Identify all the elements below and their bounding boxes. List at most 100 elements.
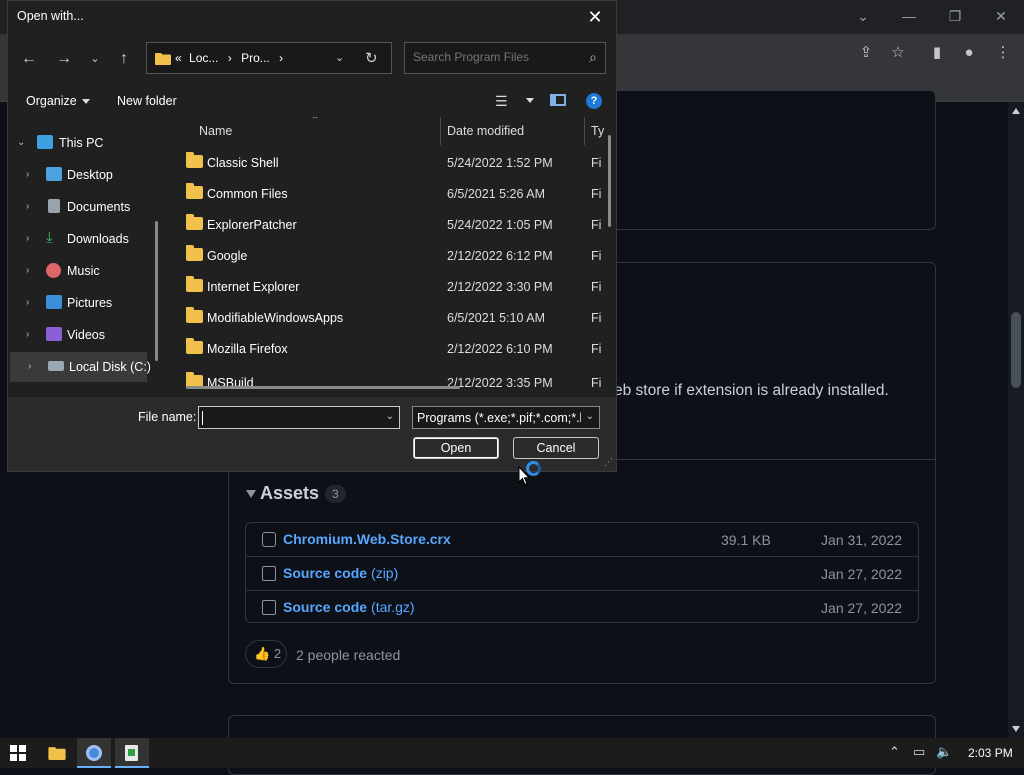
chevron-right-icon[interactable]: › bbox=[26, 201, 29, 212]
nav-item-downloads[interactable]: › ⤓ Downloads bbox=[8, 224, 158, 254]
caret-down-icon bbox=[81, 99, 90, 105]
nav-item-desktop[interactable]: › Desktop bbox=[8, 160, 158, 190]
clock[interactable]: 2:03 PM bbox=[968, 746, 1013, 760]
column-date-modified[interactable]: Date modified bbox=[447, 124, 524, 138]
chevron-right-icon[interactable]: › bbox=[26, 233, 29, 244]
page-scrollbar[interactable] bbox=[1008, 102, 1024, 738]
taskbar-file-explorer[interactable] bbox=[39, 738, 73, 768]
tab-search-icon[interactable]: ⌄ bbox=[851, 6, 875, 26]
asset-ext[interactable]: (zip) bbox=[371, 565, 398, 581]
chevron-down-icon[interactable]: ⌄ bbox=[335, 51, 344, 64]
up-icon[interactable]: ↑ bbox=[112, 47, 136, 71]
nav-item-documents[interactable]: › Documents bbox=[8, 192, 158, 222]
menu-icon[interactable]: ⋮ bbox=[993, 43, 1013, 63]
minimize-icon[interactable]: — bbox=[897, 6, 921, 26]
nav-item-local-disk[interactable]: › Local Disk (C:) bbox=[10, 352, 151, 382]
close-icon[interactable]: ✕ bbox=[989, 6, 1013, 26]
chevron-up-icon[interactable]: ⌃ bbox=[889, 744, 900, 760]
view-options-button[interactable] bbox=[521, 93, 534, 107]
search-icon[interactable]: ⌕ bbox=[589, 49, 597, 66]
asset-ext[interactable]: (tar.gz) bbox=[371, 599, 415, 615]
nav-item-music[interactable]: › Music bbox=[8, 256, 158, 286]
recent-locations-icon[interactable]: ⌄ bbox=[83, 47, 107, 71]
file-row[interactable]: Internet Explorer 2/12/2022 3:30 PM Fi bbox=[168, 271, 614, 302]
breadcrumb-overflow[interactable]: « bbox=[175, 51, 182, 65]
thumbs-up-icon: 👍 bbox=[254, 646, 271, 661]
file-row[interactable]: Google 2/12/2022 6:12 PM Fi bbox=[168, 240, 614, 271]
new-folder-button[interactable]: New folder bbox=[117, 94, 177, 108]
chevron-right-icon[interactable]: › bbox=[26, 329, 29, 340]
chevron-down-icon[interactable]: ⌄ bbox=[586, 411, 594, 422]
asset-link[interactable]: Source code (tar.gz) bbox=[283, 599, 415, 615]
view-icon[interactable]: ☰ bbox=[495, 93, 508, 110]
file-name-combobox[interactable]: ⌄ bbox=[198, 406, 400, 429]
nav-item-videos[interactable]: › Videos bbox=[8, 320, 158, 350]
file-row[interactable]: Mozilla Firefox 2/12/2022 6:10 PM Fi bbox=[168, 333, 614, 364]
search-input[interactable] bbox=[413, 50, 573, 64]
chevron-down-icon[interactable]: ⌄ bbox=[17, 137, 25, 148]
asset-name[interactable]: Source code bbox=[283, 599, 367, 615]
asset-link[interactable]: Chromium.Web.Store.crx bbox=[283, 531, 451, 547]
start-button[interactable] bbox=[0, 738, 34, 768]
breadcrumb[interactable]: « Loc... › Pro... › bbox=[175, 51, 283, 65]
file-list-hscrollbar[interactable] bbox=[186, 386, 460, 389]
refresh-icon[interactable]: ↻ bbox=[365, 49, 378, 67]
chevron-right-icon[interactable]: › bbox=[228, 51, 232, 65]
nav-item-label: Documents bbox=[67, 200, 131, 214]
column-divider[interactable] bbox=[584, 117, 585, 145]
back-icon[interactable]: ← bbox=[17, 47, 41, 71]
side-panel-icon[interactable]: ▮ bbox=[927, 43, 947, 63]
address-bar[interactable]: « Loc... › Pro... › ⌄ ↻ bbox=[146, 42, 392, 74]
chevron-down-icon[interactable]: ⌄ bbox=[386, 411, 394, 422]
star-icon[interactable]: ☆ bbox=[888, 43, 908, 63]
scroll-up-icon[interactable] bbox=[1012, 108, 1020, 114]
taskbar-app-launcher[interactable] bbox=[115, 738, 149, 768]
column-name[interactable]: Name bbox=[199, 124, 232, 138]
restore-icon[interactable]: ❐ bbox=[943, 6, 967, 26]
asset-name[interactable]: Chromium.Web.Store.crx bbox=[283, 531, 451, 547]
scrollbar-thumb[interactable] bbox=[1011, 312, 1021, 388]
column-type[interactable]: Ty bbox=[591, 124, 604, 138]
resize-grip-icon[interactable]: ⋰ bbox=[604, 457, 613, 468]
column-divider[interactable] bbox=[440, 117, 441, 145]
file-row[interactable]: Common Files 6/5/2021 5:26 AM Fi bbox=[168, 178, 614, 209]
taskbar-chrome[interactable] bbox=[77, 738, 111, 768]
scroll-down-icon[interactable] bbox=[1012, 726, 1020, 732]
windows-icon bbox=[10, 745, 26, 761]
asset-link[interactable]: Source code (zip) bbox=[283, 565, 398, 581]
chevron-right-icon[interactable]: › bbox=[26, 265, 29, 276]
close-icon[interactable]: ✕ bbox=[580, 3, 610, 31]
assets-heading[interactable]: Assets 3 bbox=[246, 483, 346, 504]
volume-muted-icon[interactable]: 🔈 bbox=[936, 744, 952, 760]
file-row[interactable]: ExplorerPatcher 5/24/2022 1:05 PM Fi bbox=[168, 209, 614, 240]
chevron-right-icon[interactable]: › bbox=[26, 169, 29, 180]
file-row[interactable]: ModifiableWindowsApps 6/5/2021 5:10 AM Fi bbox=[168, 302, 614, 333]
organize-button[interactable]: Organize bbox=[26, 94, 90, 108]
help-icon[interactable]: ? bbox=[586, 93, 602, 109]
nav-item-this-pc[interactable]: ⌄ This PC bbox=[8, 128, 158, 158]
chevron-right-icon[interactable]: › bbox=[28, 361, 31, 372]
file-name: Mozilla Firefox bbox=[207, 342, 288, 356]
profile-icon[interactable]: ● bbox=[959, 43, 979, 63]
breadcrumb-item[interactable]: Loc... bbox=[189, 51, 218, 65]
breadcrumb-item[interactable]: Pro... bbox=[241, 51, 270, 65]
chevron-right-icon[interactable]: › bbox=[279, 51, 283, 65]
file-name-input[interactable] bbox=[203, 410, 373, 424]
file-list-scrollbar[interactable] bbox=[608, 135, 611, 227]
app-icon-badge bbox=[128, 749, 135, 756]
preview-pane-icon[interactable] bbox=[550, 94, 566, 106]
network-icon[interactable]: ▭ bbox=[913, 744, 925, 760]
cancel-button[interactable]: Cancel bbox=[513, 437, 599, 459]
asset-name[interactable]: Source code bbox=[283, 565, 367, 581]
forward-icon[interactable]: → bbox=[52, 47, 76, 71]
videos-icon bbox=[46, 327, 62, 341]
file-type-select[interactable]: Programs (*.exe;*.pif;*.com;*.ba ⌄ bbox=[412, 406, 600, 429]
nav-scrollbar[interactable] bbox=[155, 221, 158, 361]
nav-item-pictures[interactable]: › Pictures bbox=[8, 288, 158, 318]
search-box[interactable]: ⌕ bbox=[404, 42, 606, 74]
share-icon[interactable]: ⇪ bbox=[856, 43, 876, 63]
chevron-right-icon[interactable]: › bbox=[26, 297, 29, 308]
reaction-button[interactable]: 👍 2 bbox=[245, 640, 287, 668]
open-button[interactable]: Open bbox=[413, 437, 499, 459]
file-row[interactable]: Classic Shell 5/24/2022 1:52 PM Fi bbox=[168, 147, 614, 178]
